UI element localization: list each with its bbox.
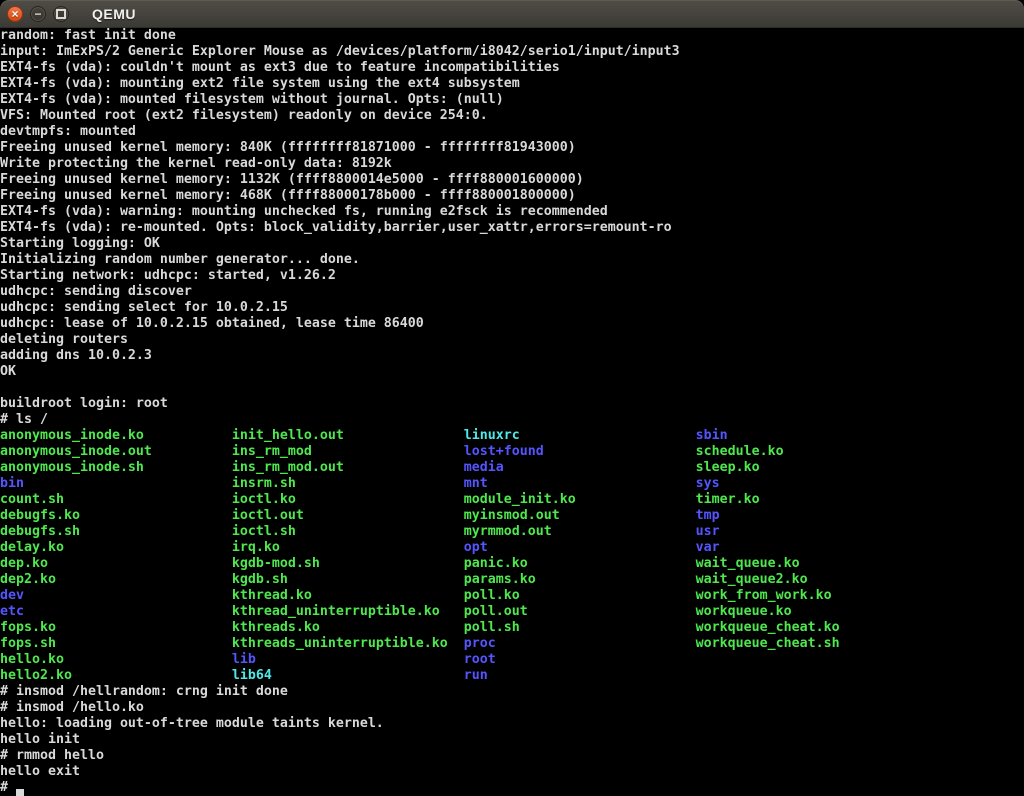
close-icon: ×	[11, 8, 18, 20]
minimize-button[interactable]: −	[30, 6, 46, 22]
terminal-line: EXT4-fs (vda): re-mounted. Opts: block_v…	[0, 220, 1024, 236]
terminal-line: #	[0, 780, 1024, 796]
terminal-line: Starting network: udhcpc: started, v1.26…	[0, 268, 1024, 284]
window-title: QEMU	[92, 6, 136, 22]
terminal-line: dep2.ko kgdb.sh params.ko wait_queue2.ko	[0, 572, 1024, 588]
terminal-line: delay.ko irq.ko opt var	[0, 540, 1024, 556]
terminal-line: debugfs.sh ioctl.sh myrmmod.out usr	[0, 524, 1024, 540]
terminal-line: Write protecting the kernel read-only da…	[0, 156, 1024, 172]
terminal-line: Starting logging: OK	[0, 236, 1024, 252]
terminal-line: anonymous_inode.ko init_hello.out linuxr…	[0, 428, 1024, 444]
terminal-line: dep.ko kgdb-mod.sh panic.ko wait_queue.k…	[0, 556, 1024, 572]
terminal-line: anonymous_inode.sh ins_rm_mod.out media …	[0, 460, 1024, 476]
terminal-line: Freeing unused kernel memory: 468K (ffff…	[0, 188, 1024, 204]
terminal-line: devtmpfs: mounted	[0, 124, 1024, 140]
terminal-line: debugfs.ko ioctl.out myinsmod.out tmp	[0, 508, 1024, 524]
terminal-line: hello2.ko lib64 run	[0, 668, 1024, 684]
terminal-line: Freeing unused kernel memory: 1132K (fff…	[0, 172, 1024, 188]
terminal-line: fops.sh kthreads_uninterruptible.ko proc…	[0, 636, 1024, 652]
terminal-line: # insmod /hello.ko	[0, 700, 1024, 716]
terminal-line: udhcpc: sending discover	[0, 284, 1024, 300]
terminal-line: # insmod /hellrandom: crng init done	[0, 684, 1024, 700]
terminal-line: OK	[0, 364, 1024, 380]
terminal-line: anonymous_inode.out ins_rm_mod lost+foun…	[0, 444, 1024, 460]
terminal-line: hello init	[0, 732, 1024, 748]
terminal-line: adding dns 10.0.2.3	[0, 348, 1024, 364]
terminal-line: EXT4-fs (vda): mounted filesystem withou…	[0, 92, 1024, 108]
close-button[interactable]: ×	[7, 6, 23, 22]
terminal-line: EXT4-fs (vda): couldn't mount as ext3 du…	[0, 60, 1024, 76]
terminal-line: fops.ko kthreads.ko poll.sh workqueue_ch…	[0, 620, 1024, 636]
terminal-line: EXT4-fs (vda): warning: mounting uncheck…	[0, 204, 1024, 220]
terminal-line: # ls /	[0, 412, 1024, 428]
maximize-icon	[56, 9, 66, 19]
terminal-line: # rmmod hello	[0, 748, 1024, 764]
terminal-line: random: fast init done	[0, 28, 1024, 44]
terminal-line: deleting routers	[0, 332, 1024, 348]
minimize-icon: −	[34, 8, 41, 20]
terminal-line: udhcpc: lease of 10.0.2.15 obtained, lea…	[0, 316, 1024, 332]
terminal-line: Initializing random number generator... …	[0, 252, 1024, 268]
terminal-line: Freeing unused kernel memory: 840K (ffff…	[0, 140, 1024, 156]
window-titlebar: × − QEMU	[0, 0, 1024, 28]
terminal-line: EXT4-fs (vda): mounting ext2 file system…	[0, 76, 1024, 92]
terminal-line: VFS: Mounted root (ext2 filesystem) read…	[0, 108, 1024, 124]
terminal-line: hello: loading out-of-tree module taints…	[0, 716, 1024, 732]
terminal-line: udhcpc: sending select for 10.0.2.15	[0, 300, 1024, 316]
terminal-line: etc kthread_uninterruptible.ko poll.out …	[0, 604, 1024, 620]
terminal-line: bin insrm.sh mnt sys	[0, 476, 1024, 492]
terminal-screen[interactable]: random: fast init doneinput: ImExPS/2 Ge…	[0, 28, 1024, 796]
terminal-line	[0, 380, 1024, 396]
terminal-cursor	[16, 789, 24, 796]
terminal-line: dev kthread.ko poll.ko work_from_work.ko	[0, 588, 1024, 604]
terminal-line: buildroot login: root	[0, 396, 1024, 412]
terminal-line: input: ImExPS/2 Generic Explorer Mouse a…	[0, 44, 1024, 60]
terminal-line: hello.ko lib root	[0, 652, 1024, 668]
maximize-button[interactable]	[53, 6, 69, 22]
terminal-line: hello exit	[0, 764, 1024, 780]
terminal-line: count.sh ioctl.ko module_init.ko timer.k…	[0, 492, 1024, 508]
